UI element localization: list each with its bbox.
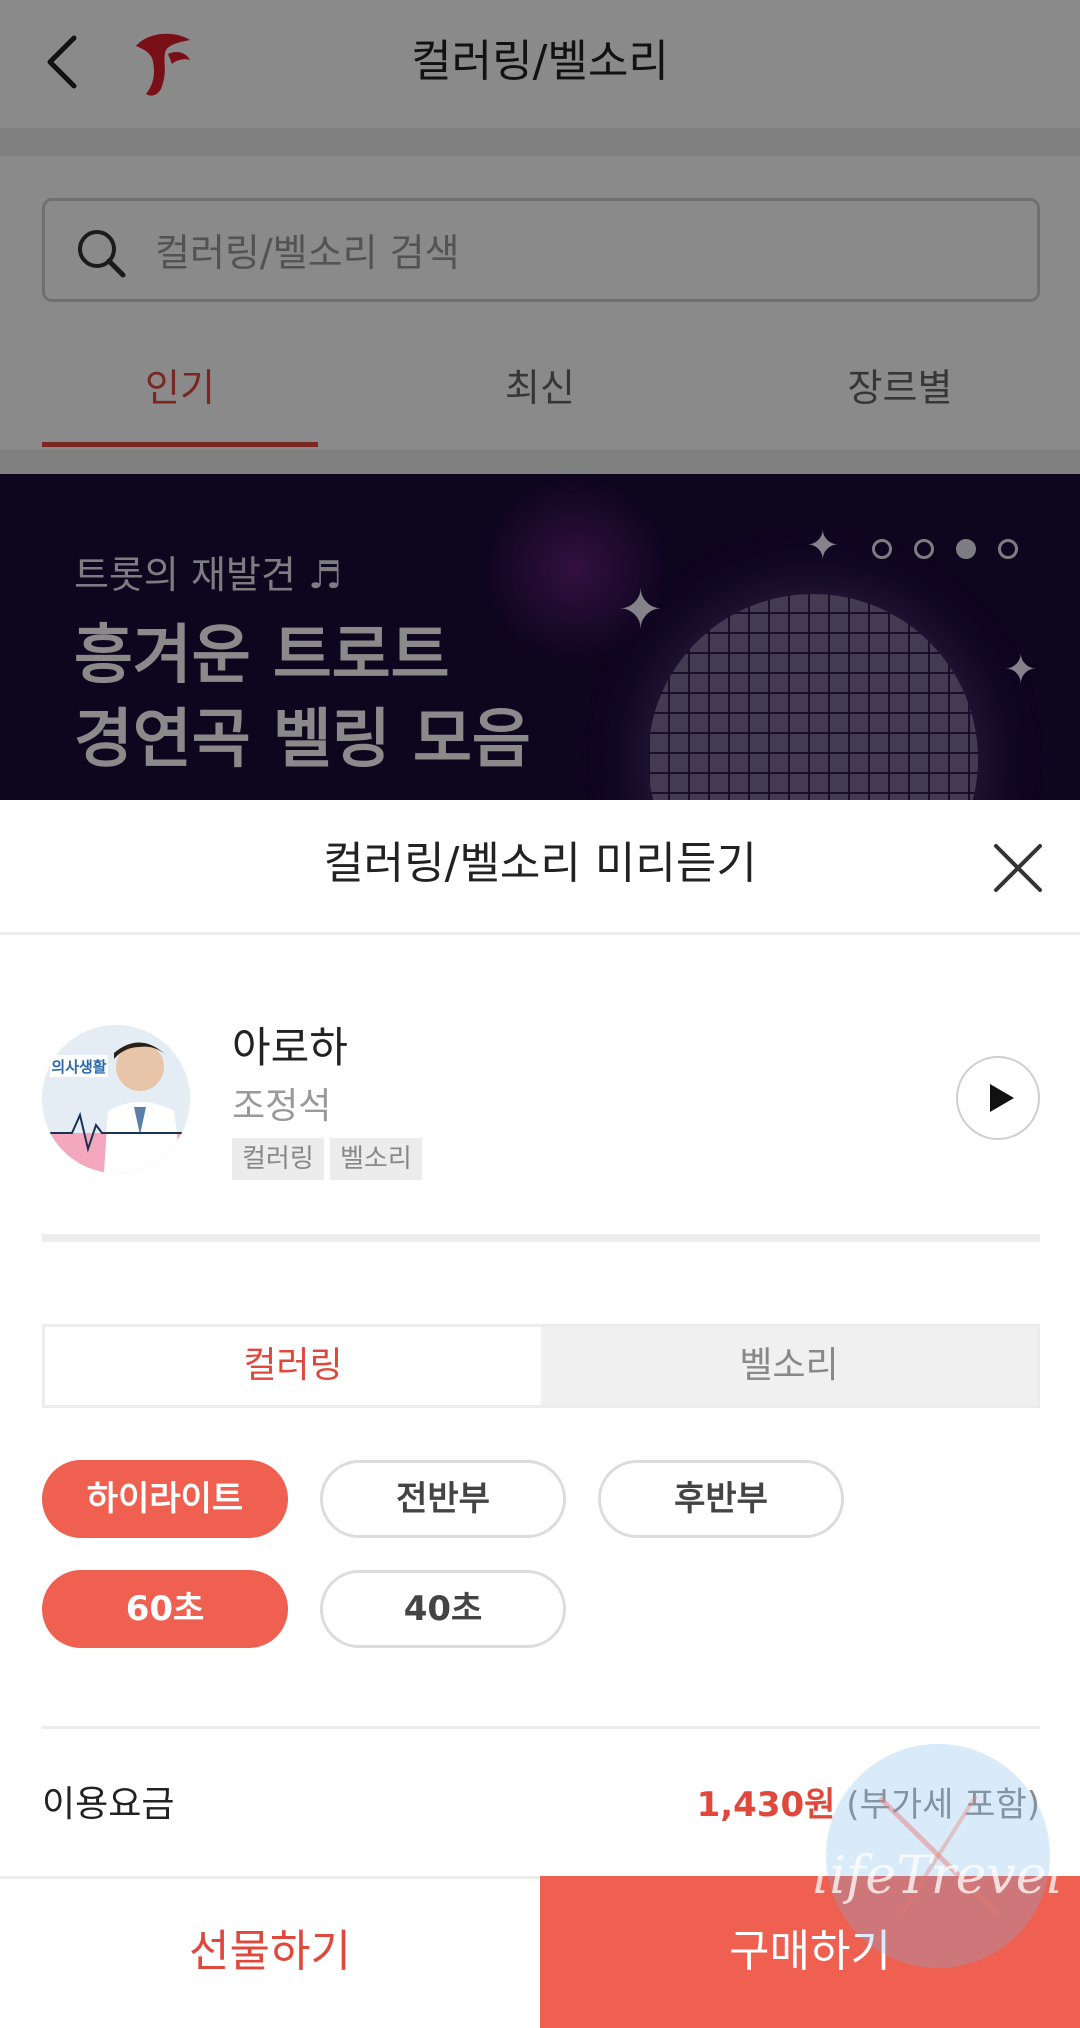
album-art: 의사생활 (42, 1025, 190, 1173)
duration-40s-chip[interactable]: 40초 (320, 1570, 566, 1648)
section-second-half-chip[interactable]: 후반부 (598, 1460, 844, 1538)
sheet-divider (0, 932, 1080, 935)
modal-overlay[interactable] (0, 0, 1080, 800)
type-segment: 컬러링 벨소리 (42, 1324, 1040, 1408)
duration-60s-chip[interactable]: 60초 (42, 1570, 288, 1648)
sheet-title: 컬러링/벨소리 미리듣기 (323, 838, 757, 889)
segment-ringtone[interactable]: 벨소리 (541, 1327, 1037, 1405)
tag-coloring: 컬러링 (232, 1138, 324, 1180)
svg-text:의사생활: 의사생활 (51, 1058, 106, 1076)
section-highlight-chip[interactable]: 하이라이트 (42, 1460, 288, 1538)
segment-coloring[interactable]: 컬러링 (45, 1327, 541, 1405)
section-first-half-chip[interactable]: 전반부 (320, 1460, 566, 1538)
play-button[interactable] (956, 1056, 1040, 1140)
section-divider (42, 1234, 1040, 1242)
tag-ringtone: 벨소리 (330, 1138, 422, 1180)
gift-button[interactable]: 선물하기 (0, 1876, 540, 2028)
play-icon (990, 1084, 1014, 1112)
watermark-logo: lifeTrevel (813, 1744, 1063, 1968)
watermark-text: lifeTrevel (813, 1846, 1063, 1906)
song-artist: 조정석 (232, 1086, 332, 1127)
album-art-image: 의사생활 (42, 1025, 190, 1173)
close-icon[interactable] (990, 840, 1046, 896)
song-title: 아로하 (232, 1023, 348, 1072)
fee-divider (42, 1726, 1040, 1729)
fee-label: 이용요금 (42, 1784, 175, 1825)
